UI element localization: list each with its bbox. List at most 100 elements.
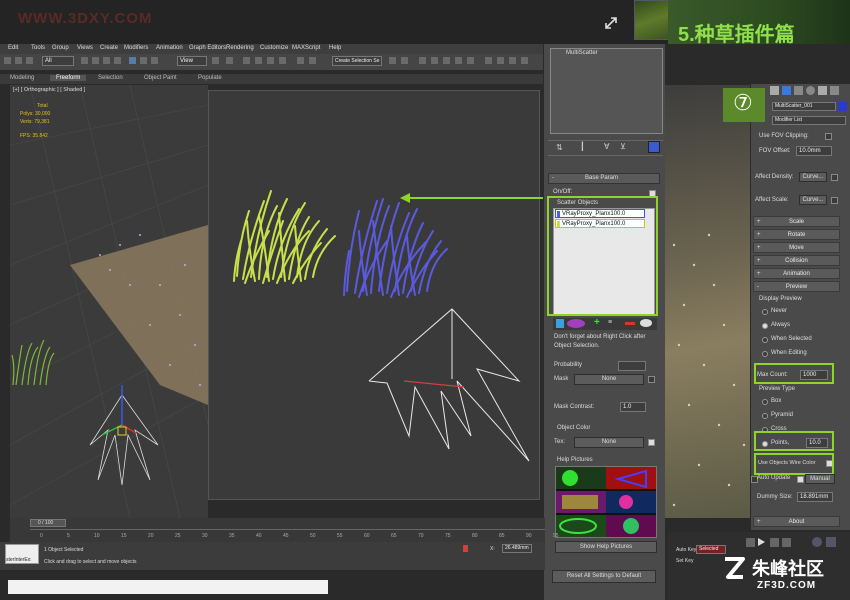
pick-object-icon[interactable] <box>567 319 585 328</box>
radio-box[interactable] <box>762 399 768 405</box>
radio-never[interactable] <box>762 309 768 315</box>
pin-stack-icon[interactable]: ⇅ <box>556 143 563 152</box>
viewport-label[interactable]: [+] [ Orthographic ] [ Shaded ] <box>13 87 85 93</box>
utilities-tab-icon[interactable] <box>830 86 839 95</box>
menu-item-customize[interactable]: Customize <box>260 45 288 51</box>
x-coord-field[interactable]: 26.489mm <box>502 544 532 553</box>
add-object-icon[interactable] <box>556 319 564 328</box>
ribbon-tab-modeling[interactable]: Modeling <box>10 75 34 81</box>
menu-item-rendering[interactable]: Rendering <box>226 45 254 51</box>
mirror-tool-icon[interactable] <box>388 56 397 65</box>
menu-item-graph-editors[interactable]: Graph Editors <box>189 45 226 51</box>
percent-snap-icon[interactable] <box>266 56 275 65</box>
menu-item-edit[interactable]: Edit <box>8 45 18 51</box>
eye-icon[interactable] <box>640 319 652 327</box>
render-setup-icon[interactable] <box>484 56 493 65</box>
probability-field[interactable] <box>618 361 646 371</box>
show-help-pictures-button[interactable]: Show Help Pictures <box>555 541 657 553</box>
menu-item-maxscript[interactable]: MAXScript <box>292 45 320 51</box>
material-editor-icon[interactable] <box>466 56 475 65</box>
rollout-collision[interactable]: + Collision <box>753 255 840 266</box>
undo-icon[interactable] <box>3 56 12 65</box>
window-crossing-icon[interactable] <box>113 56 122 65</box>
viewport-right[interactable] <box>664 85 752 518</box>
menu-item-views[interactable]: Views <box>77 45 93 51</box>
menu-item-animation[interactable]: Animation <box>156 45 183 51</box>
object-color-swatch[interactable] <box>838 102 847 111</box>
go-to-end-icon[interactable] <box>782 538 791 547</box>
ribbon-tab-selection[interactable]: Selection <box>98 75 123 81</box>
affect-density-checkbox[interactable] <box>831 174 838 181</box>
unlink-icon[interactable] <box>25 56 34 65</box>
mirror-icon[interactable] <box>308 56 317 65</box>
view-dropdown[interactable]: View <box>177 56 207 66</box>
menu-item-modifiers[interactable]: Modifiers <box>124 45 148 51</box>
create-tab-icon[interactable] <box>770 86 779 95</box>
filter-dropdown[interactable]: All <box>42 56 74 66</box>
spinner-snap-icon[interactable] <box>278 56 287 65</box>
scale-icon[interactable] <box>150 56 159 65</box>
select-manipulate-icon[interactable] <box>225 56 234 65</box>
curve-editor-icon[interactable] <box>442 56 451 65</box>
link-icon[interactable] <box>14 56 23 65</box>
display-tab-icon[interactable] <box>818 86 827 95</box>
ribbon-tab-freeform[interactable]: Freeform <box>50 75 87 81</box>
rollout-rotate[interactable]: + Rotate <box>753 229 840 240</box>
graphite-icon[interactable] <box>430 56 439 65</box>
hierarchy-tab-icon[interactable] <box>794 86 803 95</box>
base-param-rollout[interactable]: - Base Param <box>548 173 660 184</box>
edit-named-sets-icon[interactable] <box>296 56 305 65</box>
add-green-icon[interactable]: + <box>594 317 600 328</box>
modify-tab-icon[interactable] <box>782 86 791 95</box>
rect-select-icon[interactable] <box>102 56 111 65</box>
radio-when-editing[interactable] <box>762 351 768 357</box>
teapot-icon[interactable] <box>520 56 529 65</box>
tex-checkbox[interactable] <box>648 439 655 446</box>
snap-icon[interactable] <box>242 56 251 65</box>
play-icon[interactable] <box>758 538 765 546</box>
affect-density-curve-button[interactable]: Curve... <box>799 172 827 182</box>
named-selection-dropdown[interactable]: Create Selection Se <box>332 56 382 66</box>
rollout-move[interactable]: + Move <box>753 242 840 253</box>
dummy-size-field[interactable]: 18.891mm <box>797 492 833 502</box>
layer-icon[interactable] <box>418 56 427 65</box>
align-icon[interactable] <box>400 56 409 65</box>
go-to-start-icon[interactable] <box>746 538 755 547</box>
list-icon[interactable]: ≡ <box>608 319 612 326</box>
tex-button[interactable]: None <box>574 437 644 448</box>
zoom-icon[interactable] <box>812 537 822 547</box>
manual-checkbox[interactable] <box>797 476 804 483</box>
radio-when-selected[interactable] <box>762 337 768 343</box>
pipe-icon[interactable]: ┃ <box>580 142 585 151</box>
key-mode-dropdown[interactable]: Selected <box>696 545 726 554</box>
trash-icon[interactable] <box>648 141 660 153</box>
ribbon-tab-object-paint[interactable]: Object Paint <box>144 75 177 81</box>
select-by-name-icon[interactable] <box>91 56 100 65</box>
remove-object-icon[interactable] <box>625 322 635 325</box>
reset-settings-button[interactable]: Reset All Settings to Default <box>552 570 656 583</box>
motion-tab-icon[interactable] <box>806 86 815 95</box>
rollout-animation[interactable]: + Animation <box>753 268 840 279</box>
mask-checkbox[interactable] <box>648 376 655 383</box>
menu-item-group[interactable]: Group <box>52 45 69 51</box>
move-icon[interactable] <box>128 56 137 65</box>
pivot-icon[interactable] <box>211 56 220 65</box>
radio-always[interactable] <box>762 323 768 329</box>
rollout-scale[interactable]: + Scale <box>753 216 840 227</box>
mask-button[interactable]: None <box>574 374 644 385</box>
render-frame-icon[interactable] <box>496 56 505 65</box>
affect-scale-checkbox[interactable] <box>831 197 838 204</box>
about-rollout[interactable]: + About <box>753 516 840 527</box>
object-name-field[interactable]: MultiScatter_001 <box>772 102 836 111</box>
schematic-icon[interactable] <box>454 56 463 65</box>
fov-offset-field[interactable]: 10.0mm <box>796 146 832 156</box>
next-frame-icon[interactable] <box>770 538 779 547</box>
select-icon[interactable] <box>80 56 89 65</box>
rotate-icon[interactable] <box>139 56 148 65</box>
radio-pyramid[interactable] <box>762 413 768 419</box>
manual-button[interactable]: Manual <box>805 474 835 484</box>
angle-snap-icon[interactable] <box>254 56 263 65</box>
lock-icon[interactable] <box>463 545 468 552</box>
pan-icon[interactable] <box>826 537 836 547</box>
viewport-left[interactable] <box>10 85 208 518</box>
